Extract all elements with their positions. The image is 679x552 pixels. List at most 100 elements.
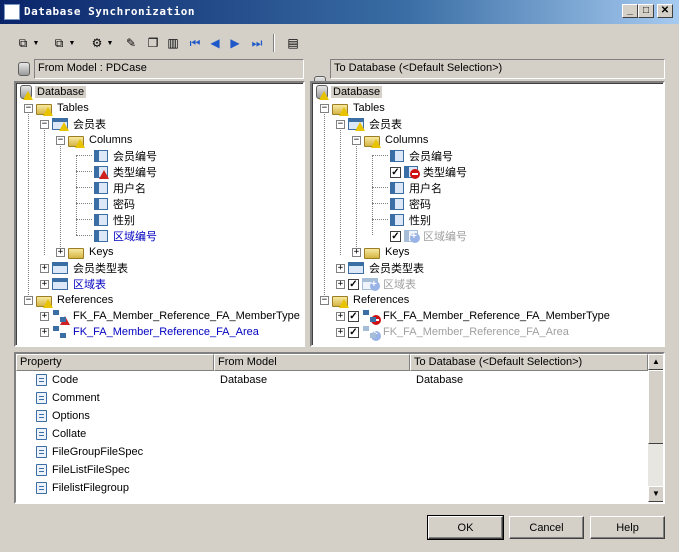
collapse-icon[interactable]: − xyxy=(320,103,329,113)
cancel-button[interactable]: Cancel xyxy=(509,516,584,539)
tree-node-table[interactable]: + 区域表 xyxy=(40,276,108,292)
ok-button[interactable]: OK xyxy=(427,515,504,540)
tree-node-column[interactable]: 会员编号 xyxy=(94,148,159,164)
grid-row[interactable]: Options xyxy=(36,407,90,425)
grid-row[interactable]: FileGroupFileSpec xyxy=(36,443,143,461)
app-icon xyxy=(4,4,20,20)
tree-node-database[interactable]: Database xyxy=(316,84,383,100)
tree-node-column[interactable]: 用户名 xyxy=(390,180,444,196)
sync-checkbox[interactable]: ✓ xyxy=(348,326,359,338)
sync-checkbox[interactable]: ✓ xyxy=(348,278,359,290)
column-header-from-model[interactable]: From Model xyxy=(214,354,410,371)
left-tree-pane[interactable]: Database − Tables − 会员表 − Columns 会员编号 类… xyxy=(14,81,305,347)
tree-node-label: 性别 xyxy=(113,215,135,227)
previous-icon[interactable]: ◀ xyxy=(206,34,224,52)
grid-row[interactable]: FilelistFilegroup xyxy=(36,479,129,497)
reference-error-icon xyxy=(52,309,70,325)
grid-row[interactable]: Collate xyxy=(36,425,86,443)
scroll-up-icon[interactable]: ▲ xyxy=(648,354,663,370)
expand-icon[interactable]: + xyxy=(336,311,345,321)
tree-node-column[interactable]: 密码 xyxy=(390,196,433,212)
tree-node-references[interactable]: − References xyxy=(24,292,115,308)
tree-node-column[interactable]: 会员编号 xyxy=(390,148,455,164)
tree-node-label: FK_FA_Member_Reference_FA_MemberType xyxy=(73,310,300,322)
tree-node-column[interactable]: 用户名 xyxy=(94,180,148,196)
sync-checkbox[interactable]: ✓ xyxy=(348,310,359,322)
tree-node-column[interactable]: 类型编号 xyxy=(94,164,159,180)
right-tree-pane[interactable]: Database − Tables − 会员表 − Columns 会员编号 ✓… xyxy=(310,81,665,347)
minimize-button[interactable]: _ xyxy=(622,4,638,18)
collapse-icon[interactable]: − xyxy=(320,295,329,305)
collapse-icon[interactable]: − xyxy=(24,295,33,305)
next-icon[interactable]: ▶ xyxy=(226,34,244,52)
tree-node-tables[interactable]: − Tables xyxy=(320,100,387,116)
tree-node-label: 会员编号 xyxy=(409,151,453,163)
property-name: FilelistFilegroup xyxy=(52,482,130,494)
expand-icon[interactable]: + xyxy=(336,279,345,289)
toolbar-separator xyxy=(273,34,275,52)
tree-node-database[interactable]: Database xyxy=(20,84,87,100)
tree-node-columns[interactable]: − Columns xyxy=(56,132,134,148)
tree-node-keys[interactable]: + Keys xyxy=(352,244,411,260)
close-button[interactable]: ✕ xyxy=(657,4,673,18)
tree-node-table[interactable]: + ✓ 区域表 xyxy=(336,276,418,292)
column-icon xyxy=(94,150,108,162)
tree-node-table[interactable]: − 会员表 xyxy=(40,116,108,132)
first-icon[interactable]: ⏮ xyxy=(186,34,204,52)
properties-icon[interactable]: ✎ xyxy=(122,34,140,52)
tree-node-column[interactable]: 性别 xyxy=(390,212,433,228)
collapse-icon[interactable]: − xyxy=(352,135,361,145)
filter-dropdown-arrow[interactable]: ▼ xyxy=(104,34,116,52)
tree-node-tables[interactable]: − Tables xyxy=(24,100,91,116)
tree-node-column[interactable]: 密码 xyxy=(94,196,137,212)
sync-checkbox[interactable]: ✓ xyxy=(390,230,401,242)
tree-node-reference[interactable]: + ✓ FK_FA_Member_Reference_FA_MemberType xyxy=(336,308,612,325)
column-header-to-database[interactable]: To Database (<Default Selection>) xyxy=(410,354,648,371)
grid-row[interactable]: Comment xyxy=(36,389,100,407)
tree-node-reference[interactable]: + ✓ FK_FA_Member_Reference_FA_Area xyxy=(336,324,571,341)
tree-node-reference[interactable]: + FK_FA_Member_Reference_FA_Area xyxy=(40,324,261,340)
property-grid[interactable]: Property From Model To Database (<Defaul… xyxy=(14,352,665,504)
collapse-icon[interactable]: − xyxy=(56,135,65,145)
column-icon xyxy=(390,150,404,162)
compare-dropdown-arrow[interactable]: ▼ xyxy=(66,34,78,52)
report-icon[interactable]: ▤ xyxy=(284,34,302,52)
tree-node-column[interactable]: 性别 xyxy=(94,212,137,228)
column-header-property[interactable]: Property xyxy=(16,354,214,371)
collapse-icon[interactable]: − xyxy=(24,103,33,113)
tree-node-table[interactable]: − 会员表 xyxy=(336,116,404,132)
scroll-down-icon[interactable]: ▼ xyxy=(648,486,663,502)
tree-node-reference[interactable]: + FK_FA_Member_Reference_FA_MemberType xyxy=(40,308,302,325)
property-name: Comment xyxy=(52,392,100,404)
tree-node-references[interactable]: − References xyxy=(320,292,411,308)
sync-checkbox[interactable]: ✓ xyxy=(390,166,401,178)
tree-node-columns[interactable]: − Columns xyxy=(352,132,430,148)
tree-node-table[interactable]: + 会员类型表 xyxy=(336,260,426,276)
last-icon[interactable]: ⏭ xyxy=(248,34,266,52)
tree-node-table[interactable]: + 会员类型表 xyxy=(40,260,130,276)
collapse-icon[interactable]: − xyxy=(336,119,345,129)
tree-node-column[interactable]: ✓ 区域编号 xyxy=(390,228,469,244)
grid-row[interactable]: FileListFileSpec xyxy=(36,461,130,479)
copy-icon[interactable]: ❐ xyxy=(144,34,162,52)
expand-icon[interactable]: + xyxy=(40,327,49,337)
expand-icon[interactable]: + xyxy=(40,263,49,273)
expand-icon[interactable]: + xyxy=(40,311,49,321)
expand-icon[interactable]: + xyxy=(56,247,65,257)
expand-icon[interactable]: + xyxy=(336,327,345,337)
help-button[interactable]: Help xyxy=(590,516,665,539)
columns-icon[interactable]: ▥ xyxy=(164,34,182,52)
expand-icon[interactable]: + xyxy=(352,247,361,257)
expand-icon[interactable]: + xyxy=(40,279,49,289)
grid-row[interactable]: Code xyxy=(36,371,78,389)
merge-dropdown-arrow[interactable]: ▼ xyxy=(30,34,42,52)
tree-node-column[interactable]: 区域编号 xyxy=(94,228,159,244)
maximize-button[interactable]: □ xyxy=(638,4,654,18)
vertical-scrollbar[interactable]: ▲ ▼ xyxy=(648,354,663,502)
tree-node-keys[interactable]: + Keys xyxy=(56,244,115,260)
folder-warning-icon xyxy=(36,295,53,308)
tree-node-column[interactable]: ✓ 类型编号 xyxy=(390,164,469,180)
scrollbar-thumb[interactable] xyxy=(648,370,663,444)
collapse-icon[interactable]: − xyxy=(40,119,49,129)
expand-icon[interactable]: + xyxy=(336,263,345,273)
